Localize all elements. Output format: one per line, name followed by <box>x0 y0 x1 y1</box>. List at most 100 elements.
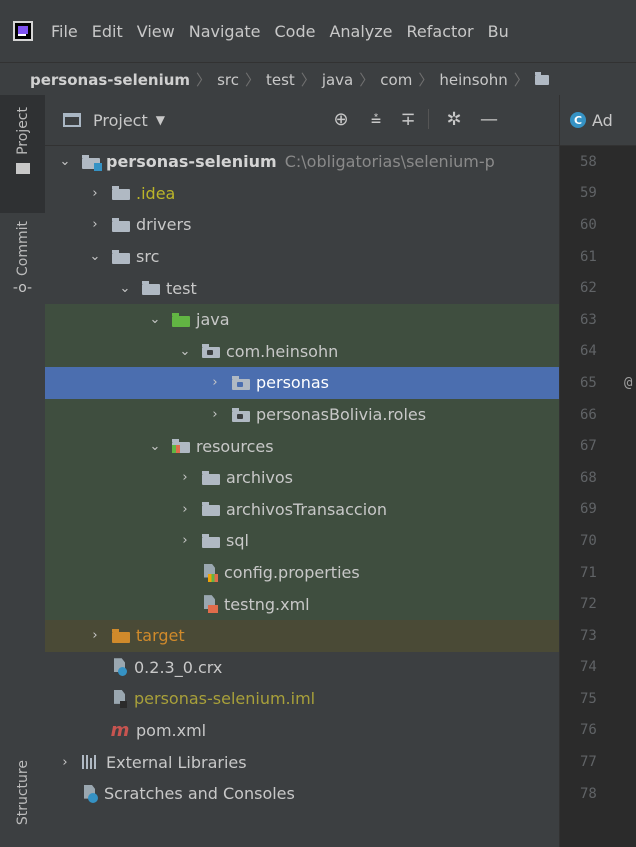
tree-item-config-properties[interactable]: config.properties <box>45 556 559 589</box>
breadcrumb-heinsohn[interactable]: heinsohn <box>439 71 507 89</box>
project-view-selector[interactable]: Project ▼ <box>63 111 165 130</box>
tree-item-path: C:\obligatorias\selenium-p <box>284 152 495 172</box>
editor-tab[interactable]: C Ad <box>560 95 636 146</box>
chevron-down-icon[interactable]: ⌄ <box>57 154 73 169</box>
breadcrumb-separator-icon: 〉 <box>418 71 434 89</box>
tree-item-scratches[interactable]: Scratches and Consoles <box>45 778 559 810</box>
tree-item-label: sql <box>226 531 249 551</box>
chevron-right-icon[interactable]: › <box>177 533 193 548</box>
breadcrumb-java[interactable]: java <box>322 71 353 89</box>
maven-icon: m <box>110 719 130 741</box>
chevron-right-icon[interactable]: › <box>87 628 103 643</box>
tree-item-root[interactable]: ⌄ personas-selenium C:\obligatorias\sele… <box>45 146 559 178</box>
crosshair-icon[interactable]: ⊕ <box>330 108 352 130</box>
structure-tool-label: Structure <box>14 760 31 826</box>
chevron-down-icon[interactable]: ⌄ <box>117 281 133 296</box>
tree-item-pom[interactable]: m pom.xml <box>45 715 559 747</box>
tree-item-test[interactable]: ⌄ test <box>45 272 559 304</box>
annotation-marker-icon[interactable]: @ <box>624 375 632 391</box>
breadcrumb-separator-icon: 〉 <box>244 71 260 89</box>
commit-icon: -o- <box>12 280 33 296</box>
tree-item-testng-xml[interactable]: testng.xml <box>45 588 559 620</box>
project-panel-header: Project ▼ ⊕ ⩮ ∓ ✲ — <box>45 95 559 146</box>
tree-item-label: config.properties <box>224 563 360 583</box>
menu-edit[interactable]: Edit <box>92 22 123 41</box>
project-panel: Project ▼ ⊕ ⩮ ∓ ✲ — ⌄ personas-selenium … <box>45 95 559 847</box>
folder-icon <box>202 470 220 485</box>
breadcrumb-com[interactable]: com <box>380 71 412 89</box>
chevron-right-icon[interactable]: › <box>207 407 223 422</box>
tree-item-label: test <box>166 278 197 298</box>
line-number: 58 <box>580 153 597 170</box>
library-icon <box>82 755 100 770</box>
tree-item-label: personasBolivia.roles <box>256 405 427 425</box>
chevron-down-icon[interactable]: ⌄ <box>177 344 193 359</box>
line-number: 68 <box>580 469 597 486</box>
tree-item-src[interactable]: ⌄ src <box>45 241 559 273</box>
tool-window-stripe: Project Commit -o- Structure <box>0 95 46 847</box>
tree-item-com-heinsohn[interactable]: ⌄ com.heinsohn <box>45 335 559 368</box>
chevron-right-icon[interactable]: › <box>57 755 73 770</box>
chevron-right-icon[interactable]: › <box>177 502 193 517</box>
gear-icon[interactable]: ✲ <box>443 108 465 130</box>
menu-navigate[interactable]: Navigate <box>189 22 261 41</box>
menu-analyze[interactable]: Analyze <box>329 22 392 41</box>
folder-icon <box>202 502 220 517</box>
folder-icon <box>202 533 220 548</box>
intellij-logo-icon <box>13 21 33 41</box>
line-number: 75 <box>580 690 597 707</box>
tree-item-iml[interactable]: personas-selenium.iml <box>45 683 559 715</box>
package-icon <box>232 375 250 390</box>
chevron-right-icon[interactable]: › <box>207 375 223 390</box>
tree-item-sql[interactable]: › sql <box>45 525 559 557</box>
chevron-down-icon[interactable]: ⌄ <box>147 439 163 454</box>
line-number: 74 <box>580 659 597 676</box>
tree-item-crx[interactable]: 0.2.3_0.crx <box>45 652 559 684</box>
breadcrumb-test[interactable]: test <box>266 71 295 89</box>
project-tool-label: Project <box>14 107 31 155</box>
xml-file-icon <box>202 595 218 614</box>
expand-all-icon[interactable]: ⩮ <box>365 108 387 130</box>
tree-item-personas-bolivia[interactable]: › personasBolivia.roles <box>45 398 559 431</box>
chevron-right-icon[interactable]: › <box>87 217 103 232</box>
menu-view[interactable]: View <box>137 22 175 41</box>
tree-item-archivos[interactable]: › archivos <box>45 461 559 494</box>
line-number: 77 <box>580 754 597 771</box>
tree-item-java[interactable]: ⌄ java <box>45 303 559 336</box>
project-tool-tab[interactable]: Project <box>0 95 45 213</box>
tree-item-idea[interactable]: › .idea <box>45 178 559 210</box>
properties-file-icon <box>202 563 218 582</box>
chevron-right-icon[interactable]: › <box>177 470 193 485</box>
tree-item-label: target <box>136 626 185 646</box>
breadcrumb-separator-icon: 〉 <box>300 71 316 89</box>
line-number: 78 <box>580 785 597 802</box>
tree-item-personas[interactable]: › personas <box>45 367 559 399</box>
menu-refactor[interactable]: Refactor <box>407 22 474 41</box>
menu-bar: File Edit View Navigate Code Analyze Ref… <box>0 0 636 62</box>
line-number: 71 <box>580 564 597 581</box>
chevron-right-icon[interactable]: › <box>87 186 103 201</box>
tree-item-label: com.heinsohn <box>226 341 339 361</box>
collapse-all-icon[interactable]: ∓ <box>397 108 419 130</box>
tree-item-resources[interactable]: ⌄ resources <box>45 430 559 462</box>
tree-item-drivers[interactable]: › drivers <box>45 209 559 241</box>
folder-icon <box>112 186 130 201</box>
tree-item-label: personas <box>256 373 329 393</box>
structure-tool-tab[interactable]: Structure <box>0 750 45 845</box>
tree-item-target[interactable]: › target <box>45 619 559 652</box>
resources-folder-icon <box>172 439 190 454</box>
commit-tool-tab[interactable]: Commit -o- <box>0 215 45 315</box>
menu-code[interactable]: Code <box>275 22 316 41</box>
breadcrumb-project[interactable]: personas-selenium <box>30 71 190 89</box>
chevron-down-icon[interactable]: ⌄ <box>147 312 163 327</box>
tree-item-archivos-transaccion[interactable]: › archivosTransaccion <box>45 493 559 526</box>
tree-item-external-libraries[interactable]: › External Libraries <box>45 746 559 778</box>
breadcrumb-src[interactable]: src <box>217 71 239 89</box>
chevron-down-icon[interactable]: ⌄ <box>87 249 103 264</box>
minimize-icon[interactable]: — <box>478 108 500 130</box>
line-number: 76 <box>580 722 597 739</box>
breadcrumb-separator-icon: 〉 <box>513 71 529 89</box>
folder-icon <box>15 162 30 174</box>
menu-build[interactable]: Bu <box>488 22 509 41</box>
menu-file[interactable]: File <box>51 22 78 41</box>
